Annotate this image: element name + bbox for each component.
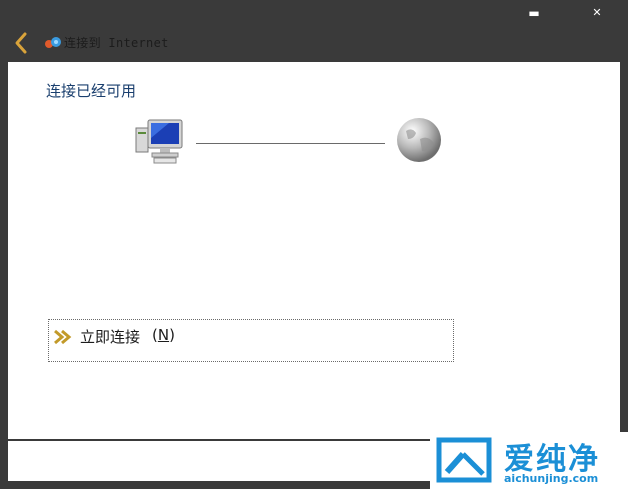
connect-now-shortcut: (N): [152, 326, 175, 344]
close-button[interactable]: ✕: [583, 4, 611, 22]
connect-now-button[interactable]: 立即连接 (N): [48, 319, 454, 362]
watermark-logo-icon: [436, 437, 492, 483]
content-panel: 连接已经可用 立即连接 (N): [8, 62, 620, 439]
connect-now-label: 立即连接: [80, 328, 141, 346]
connection-line: [196, 143, 385, 144]
watermark: 爱纯净 aichunjing.com: [430, 432, 628, 489]
computer-icon: [135, 119, 183, 164]
minimize-button[interactable]: ▬: [520, 4, 548, 22]
title-bar: ▬ ✕ 连接到 Internet: [0, 0, 628, 62]
watermark-url: aichunjing.com: [504, 472, 599, 485]
network-connection-icon: [45, 37, 61, 48]
window-title: 连接到 Internet: [64, 36, 169, 50]
double-chevron-right-icon: [54, 329, 72, 345]
page-heading: 连接已经可用: [46, 82, 137, 100]
back-arrow-icon[interactable]: [10, 30, 34, 56]
internet-globe-icon: [397, 118, 441, 162]
